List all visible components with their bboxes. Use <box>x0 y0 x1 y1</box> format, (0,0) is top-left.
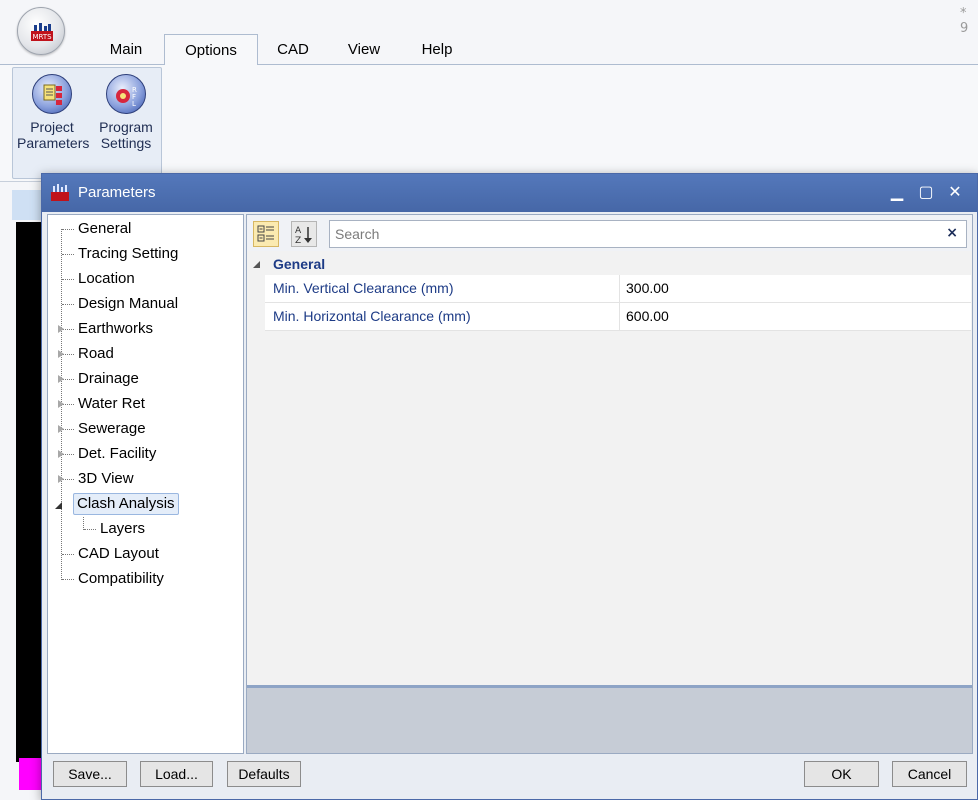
svg-text:L: L <box>132 100 136 108</box>
expand-icon[interactable] <box>58 475 64 483</box>
window-title-fragment: * 9 <box>960 6 969 36</box>
project-parameters-button[interactable]: Project Parameters <box>17 72 90 154</box>
tree-item-label: Compatibility <box>78 570 164 587</box>
tab-options[interactable]: Options <box>164 34 258 66</box>
close-button[interactable]: ✕ <box>945 182 965 202</box>
tree-item-earthworks[interactable]: Earthworks <box>58 318 156 340</box>
tree-item-label: Tracing Setting <box>78 245 179 262</box>
tree-item-3d-view[interactable]: 3D View <box>58 468 137 490</box>
property-value-field[interactable]: 600.00 <box>619 303 971 330</box>
categorized-icon <box>257 225 274 242</box>
property-value-field[interactable]: 300.00 <box>619 275 971 302</box>
close-icon: ✕ <box>948 182 962 201</box>
svg-text:Z: Z <box>295 236 301 246</box>
tree-item-label: Drainage <box>78 370 139 387</box>
drawing-canvas <box>16 222 44 762</box>
search-input[interactable] <box>330 221 930 247</box>
project-parameters-icon <box>32 74 72 114</box>
search-box: × <box>329 220 967 248</box>
program-settings-label: Program Settings <box>99 119 153 151</box>
tree-item-road[interactable]: Road <box>58 343 117 365</box>
ribbon-tab-bar: Main Options CAD View Help <box>0 34 978 66</box>
expand-icon[interactable] <box>58 425 64 433</box>
tree-item-label: Earthworks <box>78 320 154 337</box>
alphabetical-sort-button[interactable]: A Z <box>291 221 317 247</box>
expand-icon[interactable] <box>58 375 64 383</box>
tree-item-label: Road <box>78 345 114 362</box>
property-row[interactable]: Min. Horizontal Clearance (mm) 600.00 <box>265 303 971 331</box>
property-name: Min. Vertical Clearance (mm) <box>273 280 454 296</box>
minimize-icon: ▁ <box>890 182 904 201</box>
tree-item-label: Det. Facility <box>78 445 157 462</box>
tree-item-label: Sewerage <box>78 420 146 437</box>
tree-item-det-facility[interactable]: Det. Facility <box>58 443 159 465</box>
svg-text:A: A <box>295 226 302 236</box>
property-description-pane <box>247 685 972 753</box>
ribbon-panel: Project Parameters R F L Program Settings <box>0 65 978 182</box>
save-button[interactable]: Save... <box>53 761 127 787</box>
ribbon-group-parameters: Project Parameters R F L Program Settings <box>12 67 162 179</box>
background-panel <box>12 190 44 220</box>
tab-cad[interactable]: CAD <box>268 34 318 65</box>
maximize-icon: ▢ <box>918 182 934 201</box>
sort-az-icon: A Z <box>295 226 312 246</box>
tree-item-sewerage[interactable]: Sewerage <box>58 418 149 440</box>
app-logo-icon <box>51 184 69 201</box>
expand-icon[interactable] <box>58 350 64 358</box>
tree-item-cad-layout[interactable]: CAD Layout <box>62 543 162 565</box>
tree-item-tracing-setting[interactable]: Tracing Setting <box>62 243 181 265</box>
category-label: General <box>273 256 326 272</box>
parameters-dialog: Parameters ▁ ▢ ✕ General Tracing Setting… <box>41 173 978 800</box>
collapse-icon[interactable] <box>253 261 260 268</box>
project-parameters-label: Project Parameters <box>17 119 90 151</box>
dialog-title-bar[interactable]: Parameters ▁ ▢ ✕ <box>42 174 977 212</box>
program-settings-icon: R F L <box>106 74 146 114</box>
property-category-general[interactable]: General <box>247 255 972 275</box>
load-button[interactable]: Load... <box>140 761 213 787</box>
minimize-button[interactable]: ▁ <box>887 182 907 202</box>
expand-icon[interactable] <box>58 450 64 458</box>
tree-item-label: General <box>78 220 132 237</box>
tree-item-clash-analysis[interactable]: Clash Analysis <box>55 493 179 515</box>
expand-icon[interactable] <box>58 400 64 408</box>
property-name: Min. Horizontal Clearance (mm) <box>273 308 471 324</box>
maximize-button[interactable]: ▢ <box>916 182 936 202</box>
tree-item-label: CAD Layout <box>78 545 159 562</box>
tab-help[interactable]: Help <box>410 34 464 65</box>
clear-search-icon[interactable]: × <box>946 225 958 241</box>
dialog-title: Parameters <box>78 184 156 201</box>
expand-icon[interactable] <box>58 325 64 333</box>
tree-item-compatibility[interactable]: Compatibility <box>62 568 167 590</box>
tab-view[interactable]: View <box>336 34 392 65</box>
tree-item-label: 3D View <box>78 470 134 487</box>
categorized-view-button[interactable] <box>253 221 279 247</box>
tree-item-water-ret[interactable]: Water Ret <box>58 393 148 415</box>
tree-item-label: Water Ret <box>78 395 145 412</box>
collapse-icon[interactable] <box>55 502 62 509</box>
tab-main[interactable]: Main <box>98 34 154 65</box>
ok-button[interactable]: OK <box>804 761 879 787</box>
property-grid: A Z × General Min. Vertical Clearance (m… <box>246 214 973 754</box>
program-settings-button[interactable]: R F L Program Settings <box>91 72 161 154</box>
property-row[interactable]: Min. Vertical Clearance (mm) 300.00 <box>265 275 971 303</box>
drawing-canvas-fragment <box>19 758 42 790</box>
tree-item-layers[interactable]: Layers <box>84 518 148 540</box>
tree-item-label: Location <box>78 270 135 287</box>
tree-item-location[interactable]: Location <box>62 268 138 290</box>
parameters-tree: General Tracing Setting Location Design … <box>47 214 244 754</box>
tree-item-label: Design Manual <box>78 295 179 312</box>
cancel-button[interactable]: Cancel <box>892 761 967 787</box>
tree-item-general[interactable]: General <box>62 218 134 240</box>
tree-item-design-manual[interactable]: Design Manual <box>62 293 181 315</box>
defaults-button[interactable]: Defaults <box>227 761 301 787</box>
tree-item-label: Layers <box>100 520 146 537</box>
tree-item-drainage[interactable]: Drainage <box>58 368 142 390</box>
tree-item-label: Clash Analysis <box>73 493 179 515</box>
property-grid-toolbar: A Z × <box>247 215 972 251</box>
